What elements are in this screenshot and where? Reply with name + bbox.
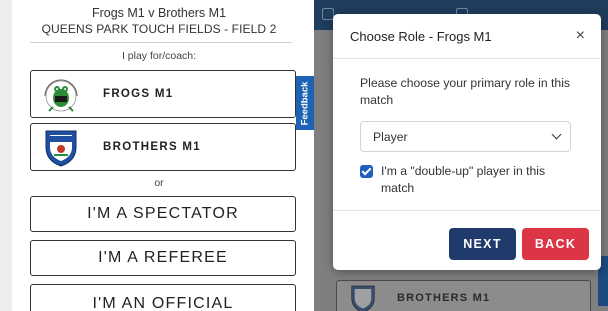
left-gutter bbox=[0, 0, 12, 311]
match-venue: QUEENS PARK TOUCH FIELDS - FIELD 2 bbox=[41, 22, 277, 36]
official-button[interactable]: I'M AN OFFICIAL bbox=[30, 284, 296, 311]
frogs-logo-icon bbox=[31, 72, 91, 116]
match-role-panel: Frogs M1 v Brothers M1 QUEENS PARK TOUCH… bbox=[12, 0, 306, 311]
team-name: BROTHERS M1 bbox=[103, 141, 202, 153]
modal-title: Choose Role - Frogs M1 bbox=[350, 28, 492, 44]
team-button-brothers[interactable]: BROTHERS M1 bbox=[30, 123, 296, 171]
brothers-logo-icon bbox=[351, 285, 375, 311]
modal-body: Please choose your primary role in this … bbox=[333, 59, 601, 211]
feedback-tab[interactable]: Feedback bbox=[296, 76, 314, 130]
choose-role-modal: Choose Role - Frogs M1 × Please choose y… bbox=[333, 14, 601, 270]
divider bbox=[30, 42, 292, 43]
back-button[interactable]: BACK bbox=[522, 228, 589, 260]
close-icon[interactable]: × bbox=[576, 28, 585, 44]
brothers-logo-icon bbox=[31, 125, 91, 169]
modal-footer: NEXT BACK bbox=[333, 212, 601, 270]
double-up-label: I'm a "double-up" player in this match bbox=[381, 164, 546, 195]
feedback-label: Feedback bbox=[299, 81, 311, 125]
match-title: Frogs M1 v Brothers M1 bbox=[91, 6, 227, 20]
double-up-option[interactable]: I'm a "double-up" player in this match bbox=[360, 163, 570, 197]
background-team-card: BROTHERS M1 bbox=[336, 280, 591, 311]
next-button[interactable]: NEXT bbox=[449, 228, 516, 260]
modal-header: Choose Role - Frogs M1 × bbox=[333, 14, 601, 59]
role-prompt: Please choose your primary role in this … bbox=[360, 76, 570, 107]
team-button-frogs[interactable]: FROGS M1 bbox=[30, 70, 296, 118]
spectator-button[interactable]: I'M A SPECTATOR bbox=[30, 196, 296, 232]
double-up-checkbox[interactable] bbox=[360, 165, 373, 178]
referee-button[interactable]: I'M A REFEREE bbox=[30, 240, 296, 276]
team-name: FROGS M1 bbox=[103, 88, 174, 100]
background-team-name: BROTHERS M1 bbox=[397, 292, 491, 304]
play-for-label: I play for/coach: bbox=[121, 50, 197, 62]
chevron-down-icon bbox=[551, 129, 562, 140]
or-separator: or bbox=[154, 177, 164, 189]
role-select-value: Player bbox=[373, 129, 408, 144]
role-select[interactable]: Player bbox=[360, 121, 571, 152]
